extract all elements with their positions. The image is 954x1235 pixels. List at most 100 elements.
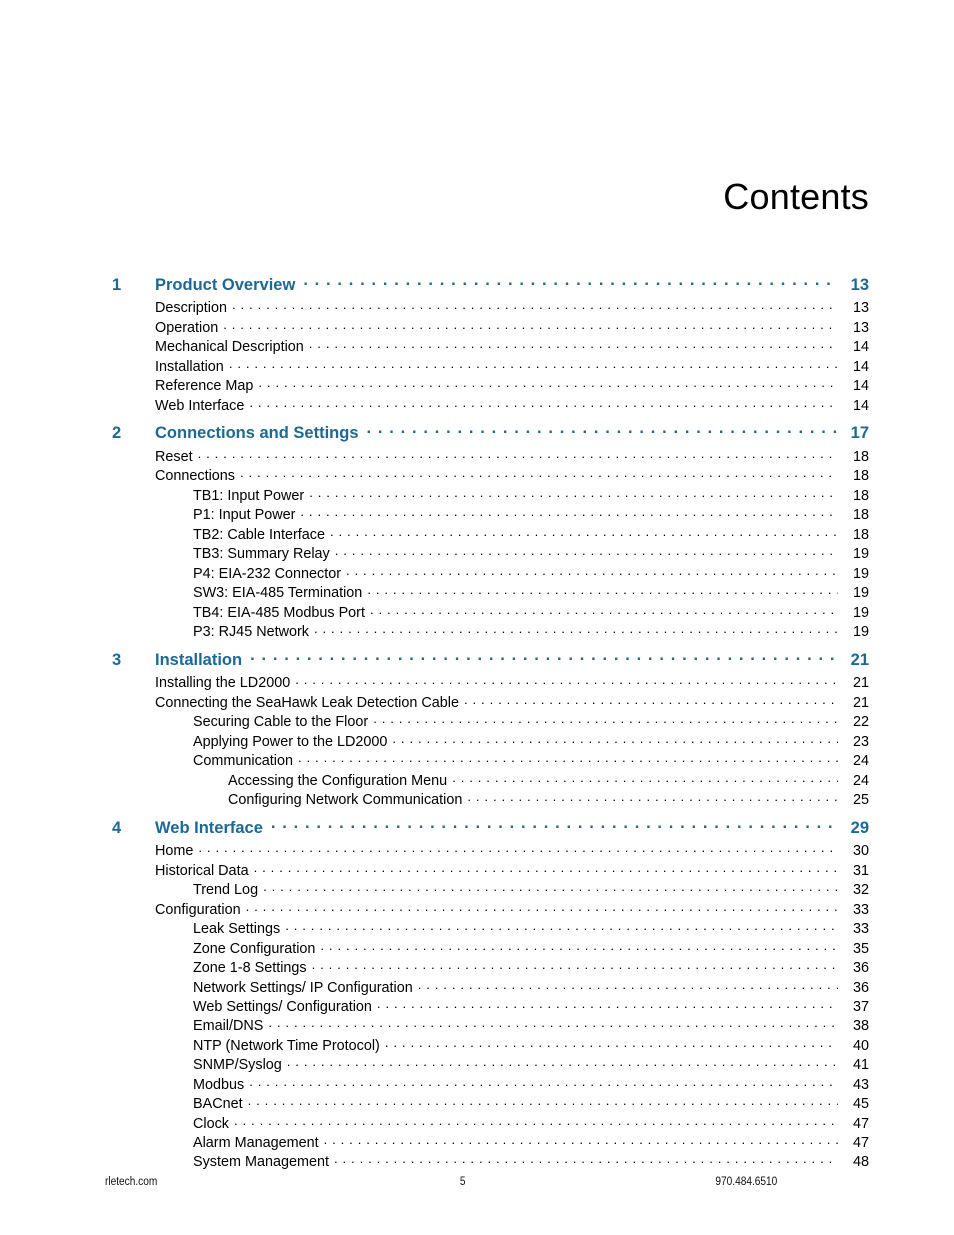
toc-entry-page-number: 18 bbox=[852, 507, 869, 524]
toc-entry-page-number: 18 bbox=[852, 526, 869, 543]
toc-chapter-entry[interactable]: 2 Connections and Settings 17 bbox=[112, 422, 869, 447]
toc-section-entry[interactable]: Operation 13 bbox=[112, 317, 869, 336]
toc-entry-label: Configuring Network Communication bbox=[228, 792, 463, 809]
toc-dot-leader bbox=[249, 395, 838, 409]
toc-section-entry[interactable]: Mechanical Description 14 bbox=[112, 337, 869, 356]
toc-entry-page-number: 47 bbox=[852, 1135, 869, 1152]
toc-section-entry[interactable]: TB2: Cable Interface 18 bbox=[112, 524, 869, 543]
toc-dot-leader bbox=[334, 1152, 838, 1166]
toc-section-entry[interactable]: Trend Log 32 bbox=[112, 880, 869, 899]
toc-entry-page-number: 17 bbox=[850, 424, 869, 443]
toc-section-entry[interactable]: Historical Data 31 bbox=[112, 861, 869, 880]
toc-section-entry[interactable]: Accessing the Configuration Menu 24 bbox=[112, 770, 869, 789]
toc-dot-leader bbox=[232, 298, 838, 312]
toc-entry-label: P4: EIA-232 Connector bbox=[193, 565, 341, 582]
toc-entry-page-number: 21 bbox=[852, 694, 869, 711]
toc-section-entry[interactable]: Connecting the SeaHawk Leak Detection Ca… bbox=[112, 692, 869, 711]
toc-section-entry[interactable]: Connections 18 bbox=[112, 466, 869, 485]
toc-dot-leader bbox=[295, 673, 838, 687]
toc-entry-page-number: 47 bbox=[852, 1115, 869, 1132]
toc-section-entry[interactable]: SNMP/Syslog 41 bbox=[112, 1055, 869, 1074]
toc-section-entry[interactable]: Zone Configuration 35 bbox=[112, 938, 869, 957]
toc-entry-label: SNMP/Syslog bbox=[193, 1057, 282, 1074]
toc-section-entry[interactable]: Securing Cable to the Floor 22 bbox=[112, 712, 869, 731]
toc-chapter-entry[interactable]: 4 Web Interface 29 bbox=[112, 816, 869, 841]
toc-chapter-entry[interactable]: 1 Product Overview 13 bbox=[112, 273, 869, 298]
toc-entry-page-number: 19 bbox=[852, 585, 869, 602]
toc-entry-label: Installing the LD2000 bbox=[155, 675, 291, 692]
toc-entry-label: Leak Settings bbox=[193, 921, 281, 938]
toc-entry-label: Zone 1-8 Settings bbox=[193, 960, 307, 977]
toc-section-entry[interactable]: Network Settings/ IP Configuration 36 bbox=[112, 977, 869, 996]
toc-section-entry[interactable]: Email/DNS 38 bbox=[112, 1016, 869, 1035]
toc-dot-leader bbox=[377, 997, 838, 1011]
toc-entry-page-number: 36 bbox=[852, 979, 869, 996]
toc-entry-label: Web Interface bbox=[155, 818, 263, 837]
toc-section-entry[interactable]: P3: RJ45 Network 19 bbox=[112, 622, 869, 641]
toc-section-entry[interactable]: NTP (Network Time Protocol) 40 bbox=[112, 1035, 869, 1054]
toc-entry-label: SW3: EIA-485 Termination bbox=[193, 585, 363, 602]
toc-entry-page-number: 13 bbox=[852, 300, 869, 317]
toc-dot-leader bbox=[298, 751, 838, 765]
toc-dot-leader bbox=[464, 692, 838, 706]
toc-entry-page-number: 23 bbox=[852, 733, 869, 750]
footer-page-number: 5 bbox=[459, 1176, 466, 1188]
toc-dot-leader bbox=[268, 1016, 838, 1030]
toc-entry-label: Reset bbox=[155, 449, 193, 466]
toc-dot-leader bbox=[248, 1094, 838, 1108]
toc-entry-label: Connections and Settings bbox=[155, 424, 359, 443]
toc-section-entry[interactable]: Modbus 43 bbox=[112, 1074, 869, 1093]
toc-entry-label: Connections bbox=[155, 468, 235, 485]
toc-chapter-entry[interactable]: 3 Installation 21 bbox=[112, 648, 869, 673]
toc-entry-page-number: 36 bbox=[852, 960, 869, 977]
toc-section-entry[interactable]: Zone 1-8 Settings 36 bbox=[112, 958, 869, 977]
toc-section-entry[interactable]: P4: EIA-232 Connector 19 bbox=[112, 563, 869, 582]
toc-section-entry[interactable]: Web Interface 14 bbox=[112, 395, 869, 414]
toc-entry-label: Applying Power to the LD2000 bbox=[193, 733, 388, 750]
toc-section-entry[interactable]: TB4: EIA-485 Modbus Port 19 bbox=[112, 602, 869, 621]
toc-section-entry[interactable]: Installation 14 bbox=[112, 356, 869, 375]
toc-section-entry[interactable]: BACnet 45 bbox=[112, 1094, 869, 1113]
toc-dot-leader bbox=[314, 622, 838, 636]
toc-section-entry[interactable]: Installing the LD2000 21 bbox=[112, 673, 869, 692]
toc-section-entry[interactable]: Configuring Network Communication 25 bbox=[112, 790, 869, 809]
toc-dot-leader bbox=[309, 337, 838, 351]
toc-entry-label: Web Settings/ Configuration bbox=[193, 998, 372, 1015]
toc-entry-page-number: 38 bbox=[852, 1018, 869, 1035]
toc-chapter-number: 4 bbox=[112, 818, 122, 837]
toc-dot-leader bbox=[367, 422, 838, 439]
toc-section-entry[interactable]: TB3: Summary Relay 19 bbox=[112, 544, 869, 563]
toc-entry-page-number: 33 bbox=[852, 921, 869, 938]
toc-entry-page-number: 31 bbox=[852, 862, 869, 879]
toc-section-entry[interactable]: Clock 47 bbox=[112, 1113, 869, 1132]
toc-section-entry[interactable]: Web Settings/ Configuration 37 bbox=[112, 997, 869, 1016]
toc-section-entry[interactable]: System Management 48 bbox=[112, 1152, 869, 1171]
toc-section-entry[interactable]: Home 30 bbox=[112, 841, 869, 860]
toc-dot-leader bbox=[263, 880, 838, 894]
toc-entry-label: TB4: EIA-485 Modbus Port bbox=[193, 604, 365, 621]
toc-section-entry[interactable]: Configuration 33 bbox=[112, 899, 869, 918]
toc-section-entry[interactable]: P1: Input Power 18 bbox=[112, 505, 869, 524]
toc-section-entry[interactable]: Description 13 bbox=[112, 298, 869, 317]
toc-section-entry[interactable]: Reset 18 bbox=[112, 447, 869, 466]
toc-entry-label: System Management bbox=[193, 1154, 329, 1171]
toc-dot-leader bbox=[223, 317, 838, 331]
toc-entry-label: Installation bbox=[155, 358, 224, 375]
toc-entry-label: Product Overview bbox=[155, 275, 296, 294]
toc-entry-label: Web Interface bbox=[155, 397, 245, 414]
toc-entry-label: Description bbox=[155, 300, 227, 317]
toc-entry-label: Configuration bbox=[155, 901, 241, 918]
toc-section-entry[interactable]: Leak Settings 33 bbox=[112, 919, 869, 938]
toc-entry-page-number: 19 bbox=[852, 604, 869, 621]
toc-section-entry[interactable]: Applying Power to the LD2000 23 bbox=[112, 731, 869, 750]
page-title: Contents bbox=[723, 176, 869, 218]
toc-section-entry[interactable]: Alarm Management 47 bbox=[112, 1133, 869, 1152]
toc-entry-label: Mechanical Description bbox=[155, 339, 304, 356]
toc-section-entry[interactable]: SW3: EIA-485 Termination 19 bbox=[112, 583, 869, 602]
toc-dot-leader bbox=[335, 544, 838, 558]
footer-website: rletech.com bbox=[105, 1176, 158, 1188]
toc-section-entry[interactable]: Reference Map 14 bbox=[112, 376, 869, 395]
toc-dot-leader bbox=[254, 861, 838, 875]
toc-section-entry[interactable]: TB1: Input Power 18 bbox=[112, 486, 869, 505]
toc-section-entry[interactable]: Communication 24 bbox=[112, 751, 869, 770]
